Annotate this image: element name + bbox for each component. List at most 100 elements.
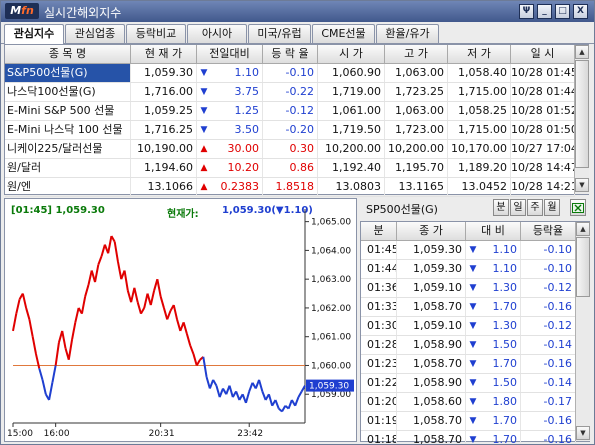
scroll-down-icon[interactable]: ▼ [575, 178, 589, 192]
scroll-thumb[interactable] [576, 237, 590, 297]
table-row[interactable]: S&P500선물(G) 1,059.30 ▼ 1.10 -0.10 1,060.90 1,0… [5, 64, 575, 83]
series-segment [212, 379, 218, 387]
tab-fx-oil[interactable]: 환율/유가 [376, 24, 439, 43]
cell-rate: -0.20 [263, 121, 318, 139]
list-item[interactable]: 01:22 1,058.90 ▼ 1.50 -0.14 [361, 374, 576, 393]
period-day-button[interactable]: 일 [510, 199, 526, 216]
col-header-name[interactable]: 종 목 명 [5, 45, 131, 64]
cell-time: 01:23 [361, 355, 397, 373]
period-minute-button[interactable]: 분 [493, 199, 509, 216]
down-arrow-icon: ▼ [200, 125, 208, 135]
quote-table-scrollbar[interactable]: ▲ ▼ [574, 45, 589, 194]
tab-cme-futures[interactable]: CME선물 [312, 24, 375, 43]
scroll-down-icon[interactable]: ▼ [576, 426, 590, 440]
title-bar: Mfn 실시간해외지수 Ψ _ □ X [1, 1, 594, 22]
list-item[interactable]: 01:18 1,058.70 ▼ 1.70 -0.16 [361, 431, 576, 444]
series-segment [261, 391, 267, 401]
series-segment [54, 342, 60, 366]
down-arrow-icon: ▼ [469, 378, 477, 388]
list-item[interactable]: 01:36 1,059.10 ▼ 1.30 -0.12 [361, 279, 576, 298]
minute-panel-title: SP500선물(G) [366, 203, 438, 216]
down-arrow-icon: ▼ [469, 245, 477, 255]
cell-time: 10/28 01:50 [511, 121, 575, 139]
series-segment [123, 270, 129, 291]
col-header-price[interactable]: 현 재 가 [131, 45, 197, 64]
cell-time: 01:22 [361, 374, 397, 392]
scroll-thumb[interactable] [575, 60, 589, 168]
cell-diff: ▼ 1.70 [466, 355, 521, 373]
series-segment [74, 307, 80, 323]
cell-time: 10/28 01:45 [511, 64, 575, 82]
maximize-button[interactable]: □ [555, 4, 570, 19]
tab-watch-indices[interactable]: 관심지수 [4, 24, 64, 44]
col-header-pct[interactable]: 등락율 [521, 222, 576, 241]
table-row[interactable]: 나스닥100선물(G) 1,716.00 ▼ 3.75 -0.22 1,719.00 1,7… [5, 83, 575, 102]
col-header-low[interactable]: 저 가 [448, 45, 511, 64]
col-header-high[interactable]: 고 가 [385, 45, 448, 64]
series-segment [267, 393, 274, 407]
minute-table-scrollbar[interactable]: ▲ ▼ [575, 222, 590, 441]
col-header-rate[interactable]: 등 락 율 [263, 45, 318, 64]
cell-diff: ▼ 1.10 [466, 241, 521, 259]
tab-asia[interactable]: 아시아 [187, 24, 247, 43]
cell-price: 10,190.00 [131, 140, 197, 158]
table-row[interactable]: 원/달러 1,194.60 ▲ 10.20 0.86 1,192.40 1,195.70 1,… [5, 159, 575, 178]
col-header-minute[interactable]: 분 [361, 222, 397, 241]
table-row[interactable]: 니케이225/달러선물 10,190.00 ▲ 30.00 0.30 10,200.00 1… [5, 140, 575, 159]
col-header-change[interactable]: 전일대비 [197, 45, 263, 64]
series-segment [136, 301, 142, 314]
close-button[interactable]: X [573, 4, 588, 19]
pin-button[interactable]: Ψ [519, 4, 534, 19]
cell-high: 10,200.00 [385, 140, 448, 158]
cell-name: E-Mini S&P 500 선물 [5, 102, 131, 120]
col-header-open[interactable]: 시 가 [318, 45, 385, 64]
col-header-diff[interactable]: 대 비 [466, 222, 521, 241]
series-segment [218, 388, 224, 398]
cell-time: 01:20 [361, 393, 397, 411]
tab-change-compare[interactable]: 등락비교 [126, 24, 186, 43]
cell-name: 원/달러 [5, 159, 131, 177]
table-row[interactable]: E-Mini S&P 500 선물 1,059.25 ▼ 1.25 -0.12 1,061… [5, 102, 575, 121]
cell-open: 13.0803 [318, 178, 385, 196]
cell-diff: ▼ 1.30 [466, 317, 521, 335]
col-header-time[interactable]: 일 시 [511, 45, 575, 64]
period-month-button[interactable]: 월 [544, 199, 560, 216]
table-row[interactable]: E-Mini 나스닥 100 선물 1,716.25 ▼ 3.50 -0.20 1,719… [5, 121, 575, 140]
series-segment [205, 376, 211, 389]
down-arrow-icon: ▼ [200, 68, 208, 78]
list-item[interactable]: 01:28 1,058.90 ▼ 1.50 -0.14 [361, 336, 576, 355]
down-arrow-icon: ▼ [469, 397, 477, 407]
x-tick-label: 20:31 [149, 429, 175, 439]
cell-pct: -0.10 [521, 260, 576, 278]
cell-open: 10,200.00 [318, 140, 385, 158]
cell-price: 1,716.25 [131, 121, 197, 139]
cell-rate: -0.10 [263, 64, 318, 82]
list-item[interactable]: 01:30 1,059.10 ▼ 1.30 -0.12 [361, 317, 576, 336]
list-item[interactable]: 01:19 1,058.70 ▼ 1.70 -0.16 [361, 412, 576, 431]
minimize-button[interactable]: _ [537, 4, 552, 19]
tab-watch-sectors[interactable]: 관심업종 [65, 24, 125, 43]
cell-time: 01:44 [361, 260, 397, 278]
list-item[interactable]: 01:23 1,058.70 ▼ 1.70 -0.16 [361, 355, 576, 374]
list-item[interactable]: 01:33 1,058.70 ▼ 1.70 -0.16 [361, 298, 576, 317]
series-segment [15, 299, 21, 314]
current-value-label: 1,059.30 [309, 382, 349, 392]
scroll-up-icon[interactable]: ▲ [576, 222, 590, 236]
series-segment [172, 304, 179, 320]
list-item[interactable]: 01:45 1,059.30 ▼ 1.10 -0.10 [361, 241, 576, 260]
scroll-up-icon[interactable]: ▲ [575, 45, 589, 59]
cell-change: ▲ 10.20 [197, 159, 263, 177]
excel-export-icon[interactable] [570, 199, 586, 216]
table-row[interactable]: 원/엔 13.1066 ▲ 0.2383 1.8518 13.0803 13.1165 13.… [5, 178, 575, 197]
minute-panel: SP500선물(G) 분 일 주 월 분 종 가 대 비 등락율 01:45 1,… [360, 198, 592, 444]
intraday-chart[interactable]: [01:45] 1,059.30 현재가: 1,059.30(▼1.10) 1,… [4, 198, 357, 442]
tab-us-europe[interactable]: 미국/유럽 [248, 24, 311, 43]
series-segment [189, 344, 195, 355]
list-item[interactable]: 01:20 1,058.60 ▼ 1.80 -0.17 [361, 393, 576, 412]
cell-low: 1,058.25 [448, 102, 511, 120]
period-week-button[interactable]: 주 [527, 199, 543, 216]
list-item[interactable]: 01:44 1,059.30 ▼ 1.10 -0.10 [361, 260, 576, 279]
col-header-close[interactable]: 종 가 [397, 222, 466, 241]
cell-time: 10/28 14:47 [511, 159, 575, 177]
cell-open: 1,061.00 [318, 102, 385, 120]
